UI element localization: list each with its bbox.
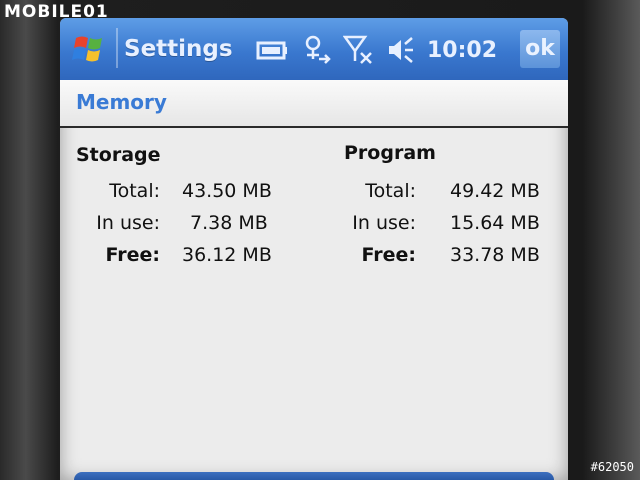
storage-inuse-value: 7.38 MB: [190, 212, 268, 234]
storage-inuse-label: In use:: [96, 212, 160, 234]
page-header: Memory: [60, 80, 568, 128]
ok-button[interactable]: ok: [520, 30, 560, 68]
program-total-label: Total:: [365, 180, 416, 202]
battery-icon[interactable]: [255, 38, 289, 62]
storage-free-label: Free:: [105, 244, 160, 266]
storage-total-label: Total:: [109, 180, 160, 202]
volume-icon[interactable]: [385, 35, 415, 65]
program-inuse-value: 15.64 MB: [450, 212, 540, 234]
connectivity-icon[interactable]: [299, 33, 333, 67]
signal-off-icon[interactable]: [343, 33, 375, 67]
program-total-value: 49.42 MB: [450, 180, 540, 202]
storage-free-value: 36.12 MB: [182, 244, 272, 266]
page-title: Memory: [76, 90, 167, 114]
watermark-id: #62050: [590, 460, 634, 474]
app-title: Settings: [124, 36, 233, 62]
storage-title: Storage: [76, 144, 161, 166]
program-title: Program: [344, 142, 436, 164]
status-icons: 10:02: [255, 32, 497, 68]
title-bar: Settings 10:02 ok: [60, 18, 568, 80]
bottom-tab-bar[interactable]: [74, 472, 554, 480]
program-free-label: Free:: [361, 244, 416, 266]
windows-start-icon[interactable]: [68, 28, 112, 72]
program-inuse-label: In use:: [352, 212, 416, 234]
clock[interactable]: 10:02: [427, 38, 497, 63]
device-screen: Settings 10:02 ok Memory Storage Total: …: [60, 18, 568, 480]
program-free-value: 33.78 MB: [450, 244, 540, 266]
storage-total-value: 43.50 MB: [182, 180, 272, 202]
title-separator: [116, 28, 118, 68]
